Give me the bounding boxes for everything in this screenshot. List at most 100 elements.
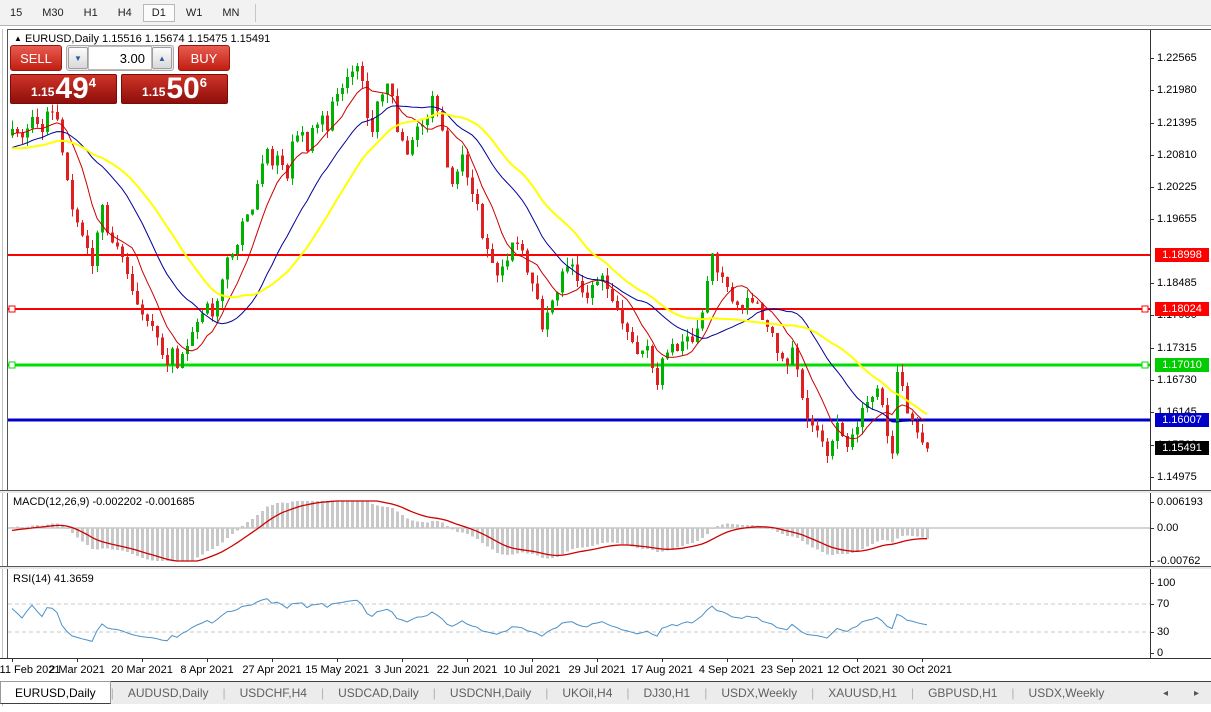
- candle-body: [651, 346, 654, 368]
- sell-price-sup: 4: [89, 75, 96, 90]
- tab-ukoil-h4[interactable]: UKOil,H4: [548, 682, 626, 704]
- timeframe-button-w1[interactable]: W1: [177, 4, 212, 22]
- macd-histogram-bar: [661, 528, 664, 551]
- date-tick-mark: [77, 659, 78, 662]
- tab-eurusd-daily[interactable]: EURUSD,Daily: [0, 681, 111, 704]
- level-price-label-1.17010: 1.17010: [1155, 358, 1209, 372]
- candle-body: [501, 266, 504, 275]
- buy-quote-box[interactable]: 1.15 50 6: [121, 74, 228, 104]
- candle-body: [266, 149, 269, 164]
- timeframe-button-15[interactable]: 15: [1, 4, 31, 22]
- macd-histogram-bar: [481, 528, 484, 543]
- candle-body: [131, 274, 134, 291]
- date-axis[interactable]: 11 Feb 20212 Mar 202120 Mar 20218 Apr 20…: [0, 658, 1211, 681]
- macd-histogram-bar: [311, 501, 314, 528]
- timeframe-button-d1[interactable]: D1: [143, 4, 175, 22]
- tab-usdx-weekly[interactable]: USDX,Weekly: [707, 682, 811, 704]
- price-axis[interactable]: 1.225651.219801.213951.208101.202251.196…: [1150, 30, 1211, 684]
- volume-decrease-button[interactable]: ▼: [68, 47, 88, 69]
- macd-histogram-bar: [856, 528, 859, 552]
- candle-body: [631, 332, 634, 342]
- candle-body: [21, 133, 24, 138]
- rsi-background: [8, 569, 1150, 658]
- tab-xauusd-h1[interactable]: XAUUSD,H1: [814, 682, 911, 704]
- tab-usdchf-h4[interactable]: USDCHF,H4: [226, 682, 321, 704]
- axis-tick-mark: [1150, 123, 1154, 124]
- tab-scroll-left-icon[interactable]: ◂: [1163, 688, 1168, 699]
- candle-body: [206, 303, 209, 313]
- macd-histogram-bar: [461, 528, 464, 532]
- macd-histogram-bar: [916, 528, 919, 537]
- macd-histogram-bar: [356, 501, 359, 528]
- timeframe-button-m30[interactable]: M30: [33, 4, 72, 22]
- rsi-indicator-canvas[interactable]: [8, 569, 1150, 658]
- level-handle[interactable]: [9, 362, 15, 368]
- macd-label: MACD(12,26,9) -0.002202 -0.001685: [13, 496, 195, 508]
- macd-histogram-bar: [131, 528, 134, 554]
- candle-body: [191, 332, 194, 346]
- level-handle[interactable]: [1142, 306, 1148, 312]
- candle-body: [296, 135, 299, 141]
- candle-body: [881, 388, 884, 405]
- date-tick-mark: [792, 659, 793, 662]
- sell-quote-box[interactable]: 1.15 49 4: [10, 74, 117, 104]
- candle-body: [771, 327, 774, 333]
- candle-body: [476, 194, 479, 204]
- candle-body: [516, 243, 519, 244]
- sell-button[interactable]: SELL: [10, 45, 62, 71]
- buy-button[interactable]: BUY: [178, 45, 230, 71]
- macd-histogram-bar: [236, 528, 239, 530]
- candle-body: [716, 254, 719, 273]
- timeframe-button-h1[interactable]: H1: [75, 4, 107, 22]
- collapse-triangle-icon[interactable]: ▲: [14, 34, 22, 43]
- volume-increase-button[interactable]: ▲: [152, 47, 172, 69]
- level-handle[interactable]: [9, 306, 15, 312]
- candle-body: [106, 205, 109, 233]
- axis-tick-mark: [1150, 653, 1154, 654]
- macd-histogram-bar: [391, 508, 394, 528]
- tab-usdcnh-daily[interactable]: USDCNH,Daily: [436, 682, 545, 704]
- timeframe-button-h4[interactable]: H4: [109, 4, 141, 22]
- timeframe-button-mn[interactable]: MN: [213, 4, 248, 22]
- date-label-23-sep-2021: 23 Sep 2021: [761, 664, 823, 676]
- axis-tick-mark: [1150, 155, 1154, 156]
- tab-usdx-weekly[interactable]: USDX,Weekly: [1015, 682, 1119, 704]
- macd-histogram-bar: [626, 528, 629, 545]
- candle-body: [416, 127, 419, 140]
- candle-body: [671, 344, 674, 353]
- macd-histogram-bar: [686, 528, 689, 544]
- candle-body: [301, 132, 304, 135]
- macd-tick--0.00762: -0.00762: [1157, 555, 1200, 567]
- date-tick-mark: [467, 659, 468, 662]
- tab-usdcad-daily[interactable]: USDCAD,Daily: [324, 682, 433, 704]
- macd-histogram-bar: [411, 521, 414, 528]
- macd-histogram-bar: [866, 528, 869, 547]
- axis-tick-mark: [1150, 283, 1154, 284]
- one-click-trade-panel: SELL ▼ 3.00 ▲ BUY 1.15 49 4 1.15 50 6: [10, 44, 236, 104]
- macd-histogram-bar: [431, 521, 434, 528]
- candle-body: [36, 117, 39, 124]
- macd-histogram-bar: [206, 528, 209, 551]
- buy-price-sup: 6: [200, 75, 207, 90]
- macd-histogram-bar: [886, 528, 889, 541]
- macd-histogram-bar: [366, 501, 369, 528]
- volume-field[interactable]: 3.00: [88, 46, 152, 70]
- tab-audusd-daily[interactable]: AUDUSD,Daily: [114, 682, 223, 704]
- date-label-4-sep-2021: 4 Sep 2021: [699, 664, 755, 676]
- candle-body: [861, 408, 864, 427]
- macd-histogram-bar: [766, 528, 769, 529]
- date-label-22-jun-2021: 22 Jun 2021: [437, 664, 498, 676]
- tab-dj30-h1[interactable]: DJ30,H1: [630, 682, 705, 704]
- macd-histogram-bar: [16, 527, 19, 528]
- tab-gbpusd-h1[interactable]: GBPUSD,H1: [914, 682, 1011, 704]
- candle-body: [686, 336, 689, 341]
- macd-histogram-bar: [621, 528, 624, 544]
- candle-body: [176, 349, 179, 368]
- level-handle[interactable]: [1142, 362, 1148, 368]
- candle-body: [16, 129, 19, 133]
- date-tick-mark: [727, 659, 728, 662]
- price-tick-1.14975: 1.14975: [1157, 471, 1197, 483]
- candle-body: [781, 353, 784, 359]
- tab-scroll-right-icon[interactable]: ▸: [1194, 688, 1199, 699]
- candle-body: [676, 344, 679, 351]
